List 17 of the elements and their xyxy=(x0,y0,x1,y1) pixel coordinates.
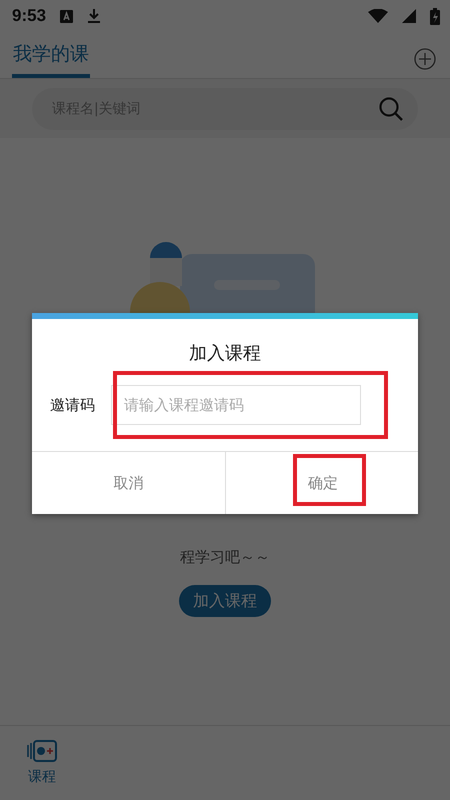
keyboard-a-icon xyxy=(60,10,74,22)
field-label: 邀请码 xyxy=(50,396,95,414)
wifi-icon xyxy=(368,9,388,23)
signal-icon xyxy=(402,9,416,23)
search-icon[interactable] xyxy=(378,96,404,122)
hint-text: 程学习吧～～ xyxy=(180,548,270,567)
download-icon xyxy=(87,8,102,24)
join-course-button[interactable]: 加入课程 xyxy=(179,585,271,617)
invite-code-field[interactable]: 请输入课程邀请码 xyxy=(111,385,361,425)
status-time: 9:53 xyxy=(12,6,46,26)
cancel-button[interactable]: 取消 xyxy=(32,452,225,514)
confirm-button[interactable]: 确定 xyxy=(225,452,418,514)
add-icon[interactable] xyxy=(414,48,436,70)
nav-tab[interactable]: 课程 xyxy=(22,726,62,800)
dialog-title: 加入课程 xyxy=(188,342,262,366)
battery-icon xyxy=(430,8,440,24)
course-icon xyxy=(26,740,58,762)
